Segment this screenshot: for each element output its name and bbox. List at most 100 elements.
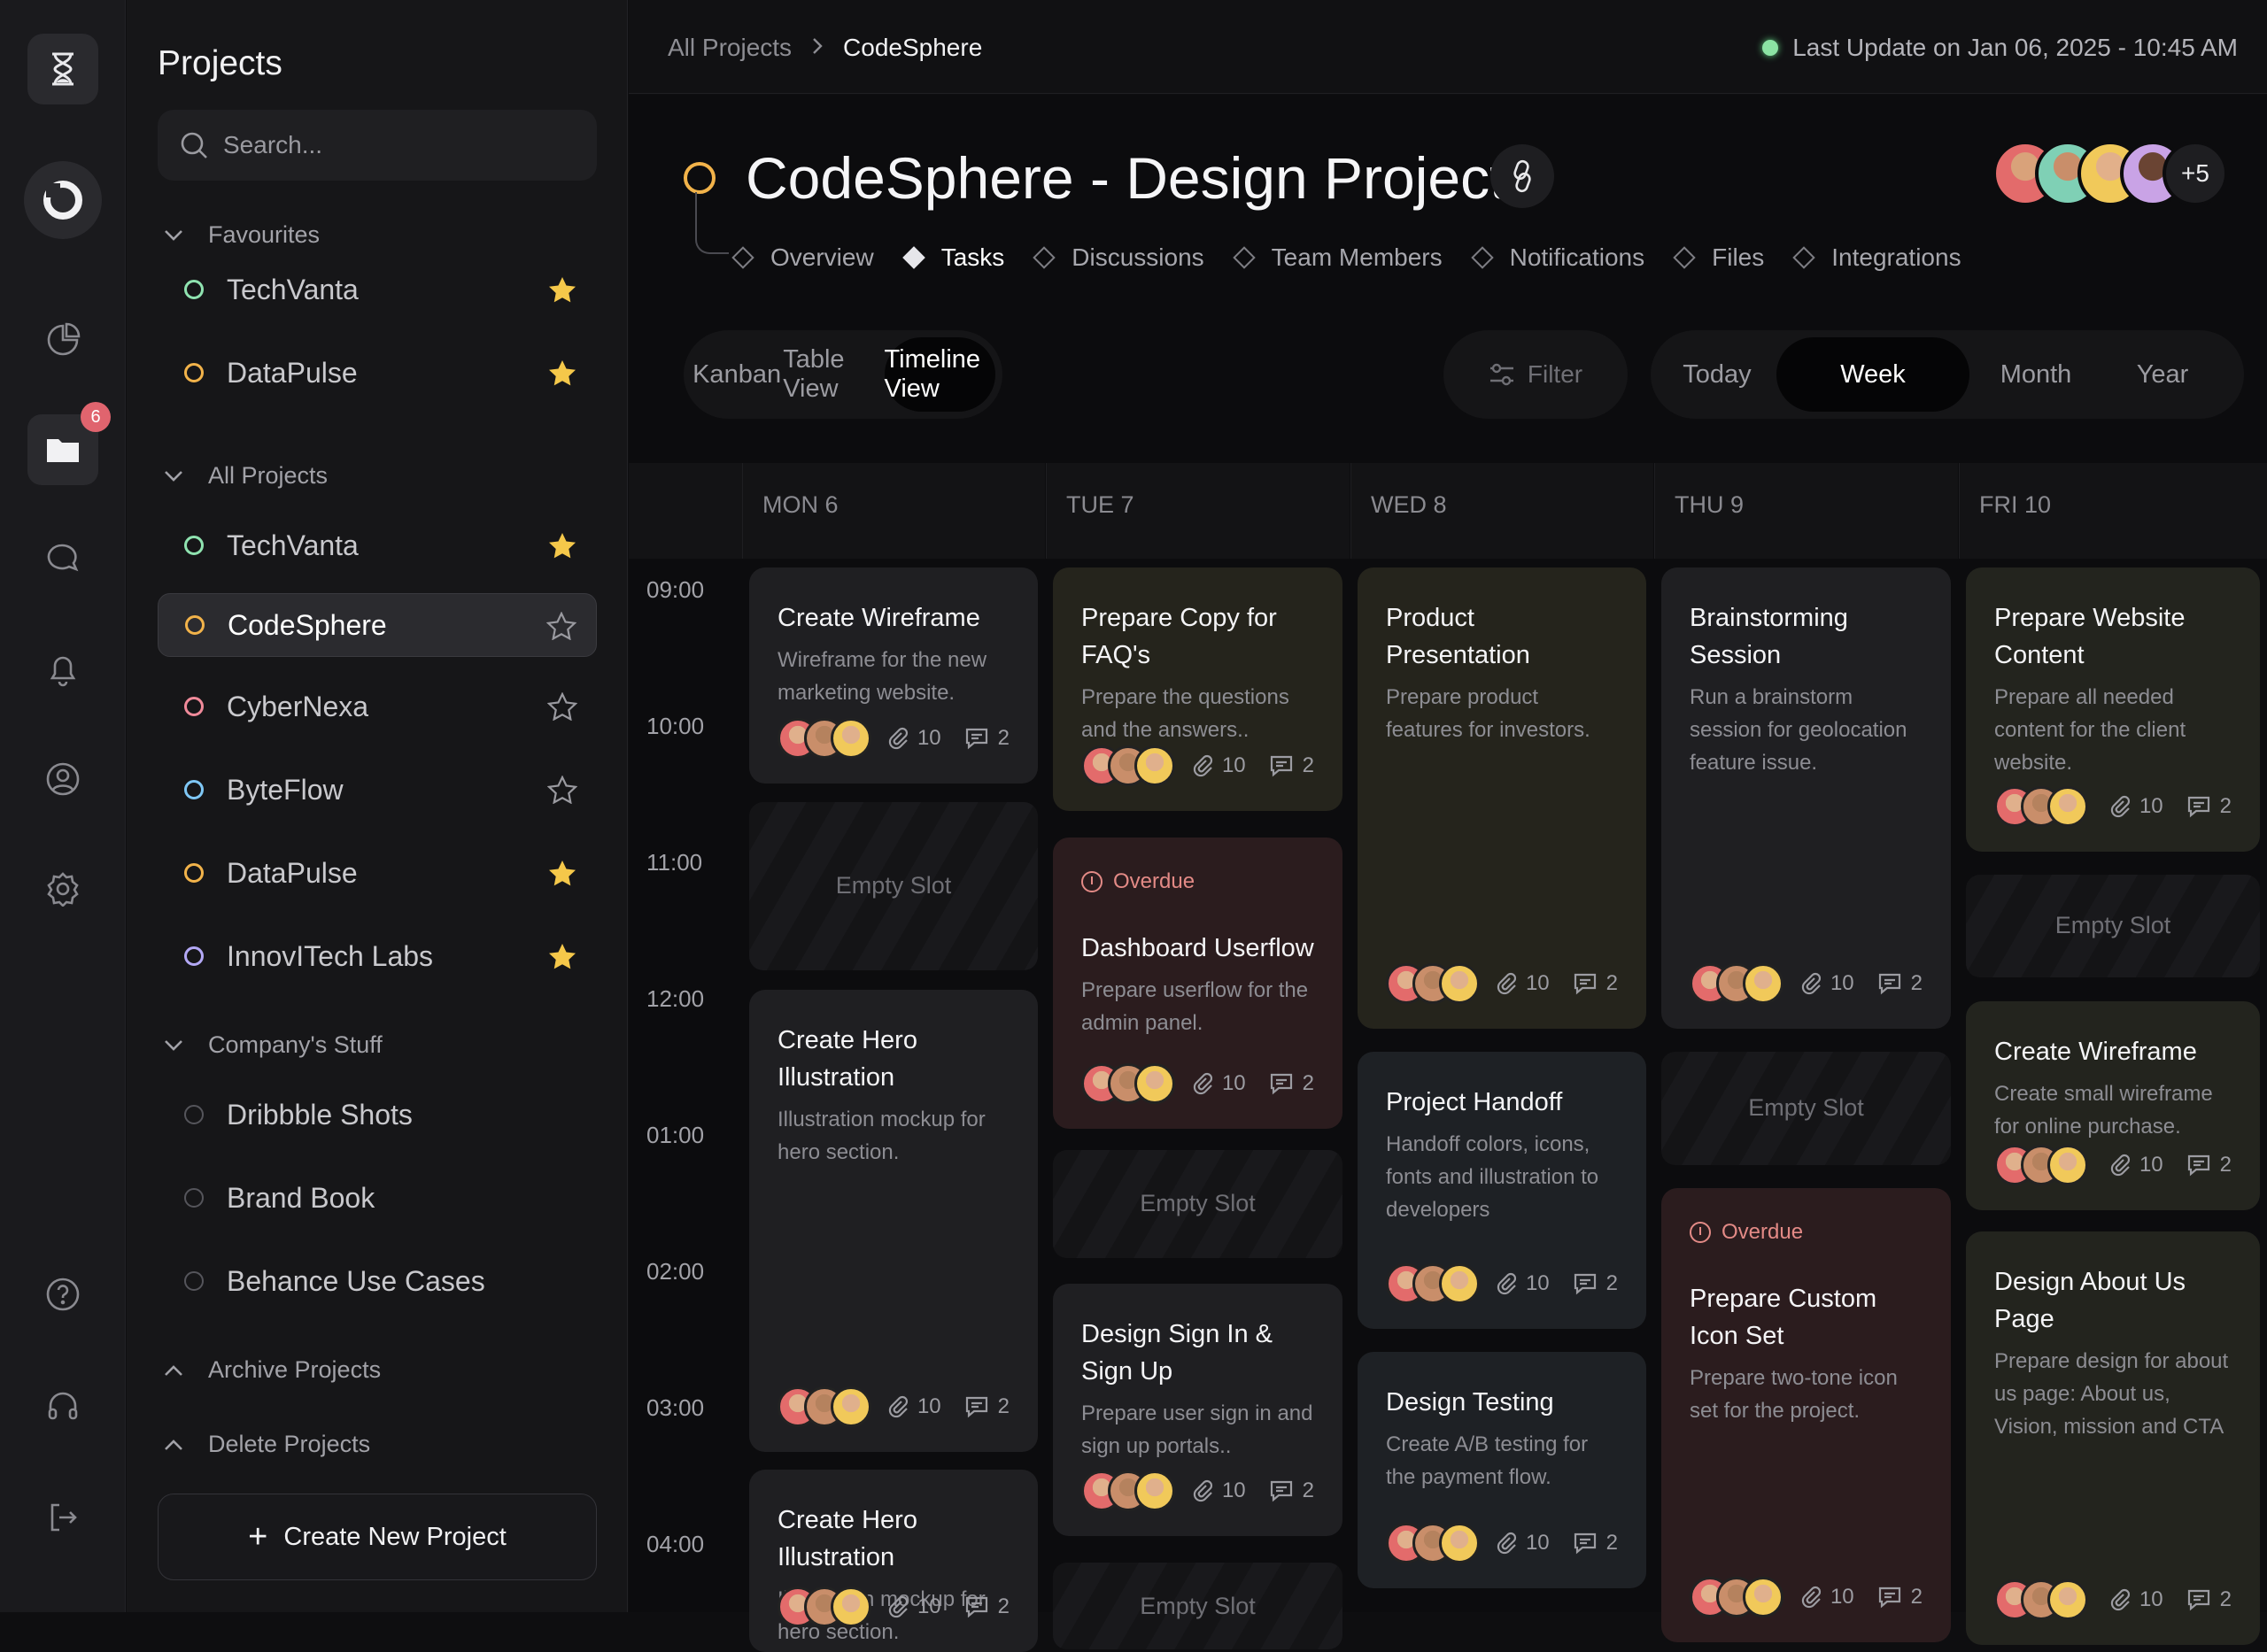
tab-overview[interactable]: Overview xyxy=(731,243,874,272)
views-option-kanban[interactable]: Kanban xyxy=(691,337,783,412)
tab-tasks[interactable]: Tasks xyxy=(901,243,1004,272)
star-filled-icon[interactable] xyxy=(547,275,577,311)
more-members-count[interactable]: +5 xyxy=(2163,141,2228,206)
attachment-count: 10 xyxy=(1525,1271,1550,1296)
star-filled-icon[interactable] xyxy=(547,359,577,394)
team-avatars[interactable]: +5 xyxy=(1992,141,2228,206)
empty-slot[interactable]: Empty Slot xyxy=(1053,1149,1342,1259)
task-card[interactable]: Brainstorming Session Run a brainstorm se… xyxy=(1661,567,1951,1030)
empty-slot[interactable]: Empty Slot xyxy=(1661,1051,1951,1166)
task-card[interactable]: Design Sign In & Sign Up Prepare user sig… xyxy=(1053,1283,1342,1537)
tab-files[interactable]: Files xyxy=(1673,243,1764,272)
filter-button[interactable]: Filter xyxy=(1443,330,1628,419)
task-card[interactable]: Design Testing Create A/B testing for the… xyxy=(1358,1351,1646,1588)
star-outline-icon[interactable] xyxy=(546,775,578,811)
star-outline-icon[interactable] xyxy=(546,691,578,728)
project-name: CodeSphere xyxy=(228,608,387,641)
paperclip-icon xyxy=(888,728,909,750)
project-item[interactable]: DataPulse xyxy=(158,341,597,405)
task-card[interactable]: Prepare Copy for FAQ's Prepare the questi… xyxy=(1053,567,1342,811)
tab-notifications[interactable]: Notifications xyxy=(1470,243,1644,272)
ranges-option-month[interactable]: Month xyxy=(1969,337,2102,412)
task-description: Create small wireframe for online purcha… xyxy=(1994,1081,2213,1139)
star-filled-icon[interactable] xyxy=(547,531,577,567)
chevron-down-icon xyxy=(165,1039,182,1051)
project-status-ring-icon xyxy=(684,162,716,194)
views-option-table-view[interactable]: Table View xyxy=(783,337,884,412)
company-stuff-header[interactable]: Company's Stuff xyxy=(164,1031,383,1059)
settings-icon[interactable] xyxy=(27,853,98,924)
task-card[interactable]: Design About Us Page Prepare design for a… xyxy=(1966,1231,2260,1646)
task-card[interactable]: Create Wireframe Wireframe for the new ma… xyxy=(749,567,1038,784)
hourglass-logo-icon[interactable] xyxy=(27,34,98,104)
ranges-option-year[interactable]: Year xyxy=(2102,337,2223,412)
chat-icon[interactable] xyxy=(27,524,98,595)
comment-count: 2 xyxy=(2219,1587,2232,1612)
task-card[interactable]: Overdue Prepare Custom Icon Set Prepare tw… xyxy=(1661,1187,1951,1643)
tab-integrations[interactable]: Integrations xyxy=(1792,243,1961,272)
headset-icon[interactable] xyxy=(27,1370,98,1441)
task-card[interactable]: Create Hero Illustration Illustration moc… xyxy=(749,990,1038,1452)
view-switcher: Kanban Table View Timeline View xyxy=(684,330,1002,419)
comment-icon xyxy=(1270,1481,1292,1502)
project-item[interactable]: ByteFlow xyxy=(158,758,597,822)
day-header: WED 8 xyxy=(1350,463,1653,559)
archive-projects-header[interactable]: Archive Projects xyxy=(164,1356,381,1384)
search-input[interactable]: Search... xyxy=(158,110,597,181)
project-tabs: Overview Tasks Discussions Team Members Noti… xyxy=(731,243,1993,272)
help-icon[interactable] xyxy=(27,1259,98,1330)
project-item[interactable]: Dribbble Shots xyxy=(158,1083,597,1146)
refresh-icon[interactable] xyxy=(24,161,102,239)
star-outline-icon[interactable] xyxy=(545,611,577,647)
task-card[interactable]: Create Wireframe Create small wireframe f… xyxy=(1966,1000,2260,1211)
task-card[interactable]: Prepare Website Content Prepare all neede… xyxy=(1966,567,2260,853)
comment-icon xyxy=(2187,1155,2209,1177)
star-filled-icon[interactable] xyxy=(547,942,577,977)
star-filled-icon[interactable] xyxy=(547,859,577,894)
views-option-timeline-view[interactable]: Timeline View xyxy=(884,337,995,412)
delete-projects-header[interactable]: Delete Projects xyxy=(164,1431,370,1458)
ranges-option-week[interactable]: Week xyxy=(1776,337,1969,412)
task-card[interactable]: Product Presentation Prepare product feat… xyxy=(1358,567,1646,1030)
all-projects-header[interactable]: All Projects xyxy=(164,462,328,490)
project-item[interactable]: InnovITech Labs xyxy=(158,924,597,988)
paperclip-icon xyxy=(888,1395,909,1417)
link-icon[interactable] xyxy=(1490,144,1554,208)
filter-icon xyxy=(1489,363,1513,386)
project-item[interactable]: CodeSphere xyxy=(158,593,597,657)
task-meta: 10 2 xyxy=(1081,745,1314,786)
user-icon[interactable] xyxy=(27,744,98,814)
comment-count: 2 xyxy=(2219,1153,2232,1177)
comment-icon xyxy=(1270,755,1292,777)
folder-icon[interactable]: 6 xyxy=(27,402,111,485)
favourites-header[interactable]: Favourites xyxy=(164,221,320,249)
create-new-project-button[interactable]: + Create New Project xyxy=(158,1494,597,1580)
project-item[interactable]: CyberNexa xyxy=(158,675,597,738)
empty-slot[interactable]: Empty Slot xyxy=(749,801,1038,971)
task-card[interactable]: Create Hero Illustration Illustration moc… xyxy=(749,1470,1038,1652)
project-item[interactable]: DataPulse xyxy=(158,841,597,905)
comment-count: 2 xyxy=(2219,794,2232,819)
task-counts: 10 2 xyxy=(864,1594,1010,1619)
tab-discussions[interactable]: Discussions xyxy=(1033,243,1204,272)
breadcrumb: All Projects CodeSphere xyxy=(668,34,982,62)
task-card[interactable]: Project Handoff Handoff colors, icons, fo… xyxy=(1358,1051,1646,1330)
task-counts: 10 2 xyxy=(2086,1587,2232,1612)
empty-slot[interactable]: Empty Slot xyxy=(1053,1563,1342,1649)
breadcrumb-root[interactable]: All Projects xyxy=(668,34,792,62)
logout-icon[interactable] xyxy=(27,1482,98,1553)
pie-chart-icon[interactable] xyxy=(27,305,98,375)
project-item[interactable]: Brand Book xyxy=(158,1166,597,1230)
empty-slot[interactable]: Empty Slot xyxy=(1966,874,2260,977)
task-description: Create A/B testing for the payment flow. xyxy=(1386,1432,1589,1489)
project-item[interactable]: TechVanta xyxy=(158,513,597,577)
task-card[interactable]: Overdue Dashboard Userflow Prepare userflo… xyxy=(1053,837,1342,1129)
project-item[interactable]: TechVanta xyxy=(158,258,597,321)
notification-badge: 6 xyxy=(81,402,111,432)
time-label: 11:00 xyxy=(646,849,703,876)
ranges-option-today[interactable]: Today xyxy=(1658,337,1776,412)
tab-team-members[interactable]: Team Members xyxy=(1232,243,1443,272)
bell-icon[interactable] xyxy=(27,634,98,705)
project-item[interactable]: Behance Use Cases xyxy=(158,1249,597,1313)
task-title: Design Testing xyxy=(1386,1387,1554,1417)
